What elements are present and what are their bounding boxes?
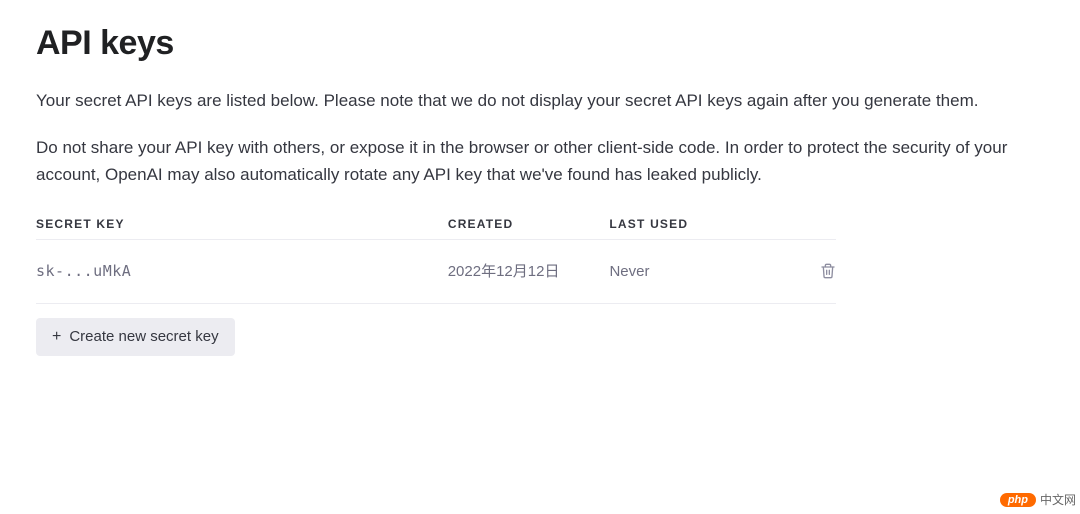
- table-row: sk-...uMkA 2022年12月12日 Never: [36, 240, 836, 304]
- create-button-label: Create new secret key: [69, 328, 218, 345]
- cell-secret-key: sk-...uMkA: [36, 262, 448, 280]
- column-header-created: CREATED: [448, 217, 610, 231]
- create-secret-key-button[interactable]: + Create new secret key: [36, 318, 235, 356]
- cell-created: 2022年12月12日: [448, 261, 610, 282]
- watermark-badge: php: [1000, 493, 1036, 507]
- plus-icon: +: [52, 328, 61, 346]
- cell-last-used: Never: [609, 263, 786, 280]
- column-header-last-used: LAST USED: [609, 217, 786, 231]
- description-paragraph-1: Your secret API keys are listed below. P…: [36, 87, 1036, 114]
- table-header: SECRET KEY CREATED LAST USED: [36, 217, 836, 240]
- description-paragraph-2: Do not share your API key with others, o…: [36, 134, 1036, 188]
- watermark: php 中文网: [1000, 491, 1076, 508]
- cell-actions: [787, 263, 836, 279]
- column-header-secret-key: SECRET KEY: [36, 217, 448, 231]
- trash-icon[interactable]: [820, 263, 836, 279]
- watermark-text: 中文网: [1040, 491, 1076, 508]
- api-keys-table: SECRET KEY CREATED LAST USED sk-...uMkA …: [36, 217, 836, 304]
- column-header-actions: [787, 217, 836, 231]
- page-title: API keys: [36, 24, 1044, 63]
